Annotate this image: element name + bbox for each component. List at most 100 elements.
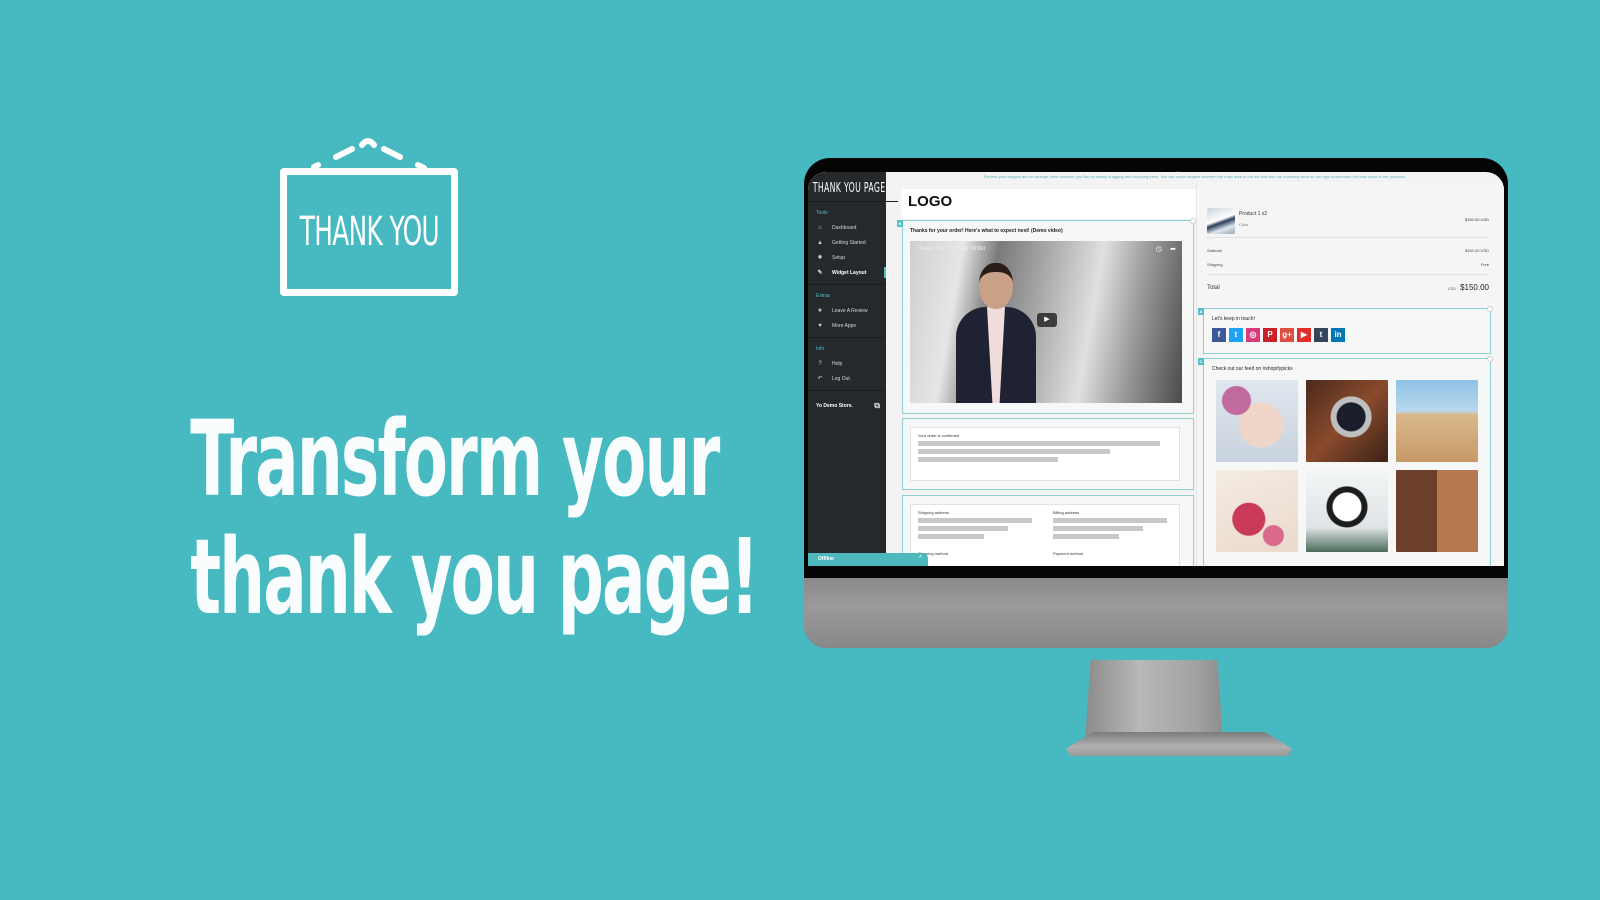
order-summary: Product 1 x2 Color $150.00 USD Subtotal … — [1196, 182, 1504, 566]
pinterest-icon[interactable]: P — [1263, 328, 1277, 342]
total-label: Total — [1207, 285, 1220, 291]
total-currency: USD — [1447, 286, 1457, 291]
twitter-icon[interactable]: t — [1229, 328, 1243, 342]
thank-you-sign-logo: THANK YOU — [278, 135, 460, 299]
instructions-note: Review your widgets and re-arrange them … — [984, 174, 1406, 179]
ruler-icon: ✎ — [817, 270, 823, 276]
sidebar-item-getting-started[interactable]: ▲ Getting Started — [808, 235, 886, 250]
headline-line-2: thank you page! — [190, 516, 759, 638]
product-thumbnail — [1207, 208, 1235, 234]
placeholder-line — [918, 441, 1160, 446]
social-widget[interactable]: A Let's keep in touch! f t ◎ Pg+ ▶ t in — [1198, 306, 1493, 354]
sidebar-section-tools: Tools — [816, 210, 828, 216]
home-icon: ⌂ — [818, 224, 822, 231]
subtotal-value: $150.00 USD — [1464, 248, 1489, 253]
widget-remove-handle[interactable] — [1487, 356, 1493, 362]
product-price: $150.00 USD — [1464, 217, 1489, 222]
feed-image-candle[interactable] — [1306, 470, 1388, 552]
social-widget-title: Let's keep in touch! — [1212, 316, 1255, 322]
product-variant: Color — [1239, 222, 1249, 227]
tumblr-icon[interactable]: t — [1314, 328, 1328, 342]
monitor-stand-base — [1066, 732, 1292, 756]
order-confirmed-widget[interactable]: Your order is confirmed — [902, 418, 1194, 490]
sidebar-section-info: Info — [816, 346, 825, 352]
sidebar-item-label: Getting Started — [832, 239, 866, 246]
total-row: Total USD $150.00 — [1207, 274, 1489, 292]
undo-icon: ↶ — [817, 376, 823, 382]
placeholder-line — [918, 526, 1008, 531]
subtotal-row: Subtotal $150.00 USD — [1207, 248, 1489, 253]
google-plus-icon[interactable]: g+ — [1280, 328, 1294, 342]
heart-icon: ♥ — [818, 322, 822, 329]
widget-tag: C — [1198, 358, 1204, 365]
monitor-stand-neck — [1085, 660, 1223, 742]
main-area: LOGO B Thanks for your order! Here's wha… — [886, 182, 1201, 566]
sidebar-item-dashboard[interactable]: ⌂ Dashboard — [808, 220, 886, 235]
sidebar-item-more-apps[interactable]: ♥ More Apps — [808, 318, 886, 333]
shipping-label: Shipping — [1207, 262, 1223, 267]
feed-grid — [1204, 372, 1490, 552]
shipping-address-label: Shipping address — [918, 510, 949, 515]
subtotal-label: Subtotal — [1207, 248, 1222, 253]
shipping-method-label: Shipping method — [918, 551, 949, 556]
billing-address-column: Billing address Payment method — [1046, 505, 1176, 556]
chevron-up-icon: ^ — [919, 555, 922, 561]
product-line-item: Product 1 x2 Color $150.00 USD — [1207, 208, 1489, 238]
video-title: Thank You For Your Order — [916, 246, 986, 252]
widget-tag: B — [897, 220, 903, 227]
addresses-widget[interactable]: Shipping address Shipping method Billing… — [902, 495, 1194, 566]
sidebar-item-widget-layout[interactable]: ✎ Widget Layout — [808, 265, 886, 280]
widget-tag: A — [1198, 308, 1204, 315]
clock-icon[interactable]: ◷ — [1156, 245, 1162, 253]
gear-icon: ✹ — [817, 255, 823, 261]
external-link-icon[interactable]: ⧉ — [874, 401, 880, 411]
sidebar-item-label: Setup — [832, 254, 846, 261]
feed-image-watch[interactable] — [1306, 380, 1388, 462]
social-icons: f t ◎ Pg+ ▶ t in — [1204, 322, 1490, 342]
order-confirmed-card: Your order is confirmed — [910, 427, 1180, 481]
instagram-icon[interactable]: ◎ — [1246, 328, 1260, 342]
store-link[interactable]: Yo Demo Store. ⧉ — [808, 391, 886, 419]
linkedin-icon[interactable]: in — [1331, 328, 1345, 342]
facebook-icon[interactable]: f — [1212, 328, 1226, 342]
video-widget-title: Thanks for your order! Here's what to ex… — [910, 228, 1063, 234]
store-name: Yo Demo Store. — [816, 403, 853, 409]
feed-image-beach[interactable] — [1396, 380, 1478, 462]
offline-status-bar[interactable]: Offline ^ — [808, 553, 928, 566]
instagram-feed-widget[interactable]: C Check out our feed on #shopifypicks — [1198, 356, 1493, 566]
video-player[interactable]: Thank You For Your Order ◷ ➦ ▶ — [910, 241, 1182, 403]
headline: Transform your thank you page! — [80, 400, 759, 638]
order-confirmed-label: Your order is confirmed — [918, 433, 960, 438]
feed-image-kids-collage[interactable] — [1396, 470, 1478, 552]
sidebar-item-setup[interactable]: ✹ Setup — [808, 250, 886, 265]
placeholder-line — [918, 518, 1032, 523]
store-logo-text: LOGO — [908, 193, 953, 210]
product-name: Product 1 x2 — [1239, 211, 1268, 217]
widget-remove-handle[interactable] — [1487, 306, 1493, 312]
feed-image-mug-tags[interactable] — [1216, 470, 1298, 552]
total-amount: USD $150.00 — [1448, 283, 1489, 292]
billing-address-label: Billing address — [1053, 510, 1080, 515]
placeholder-line — [1053, 518, 1167, 523]
shipping-value: Free — [1480, 262, 1489, 267]
total-value: $150.00 — [1460, 283, 1489, 292]
sidebar-item-label: Leave A Review — [832, 307, 868, 314]
placeholder-line — [918, 457, 1058, 462]
sidebar-item-help[interactable]: ? Help — [808, 356, 886, 371]
sidebar-item-leave-review[interactable]: ★ Leave A Review — [808, 303, 886, 318]
sidebar-item-label: Widget Layout — [832, 269, 867, 276]
youtube-icon[interactable]: ▶ — [1297, 328, 1311, 342]
offline-label: Offline — [818, 556, 834, 562]
payment-method-label: Payment method — [1053, 551, 1084, 556]
video-widget[interactable]: B Thanks for your order! Here's what to … — [897, 218, 1196, 414]
feed-image-baby[interactable] — [1216, 380, 1298, 462]
shipping-row: Shipping Free — [1207, 262, 1489, 267]
placeholder-line — [1053, 526, 1143, 531]
feed-widget-title: Check out our feed on #shopifypicks — [1212, 366, 1293, 372]
play-button[interactable]: ▶ — [1037, 313, 1057, 327]
brand-logo[interactable]: THANK YOU PAGE — [808, 172, 898, 202]
share-icon[interactable]: ➦ — [1170, 245, 1176, 253]
sidebar: THANK YOU PAGE Tools ⌂ Dashboard ▲ Getti… — [808, 172, 898, 566]
shipping-address-column: Shipping address Shipping method — [911, 505, 1041, 556]
sidebar-item-log-out[interactable]: ↶ Log Out — [808, 371, 886, 386]
